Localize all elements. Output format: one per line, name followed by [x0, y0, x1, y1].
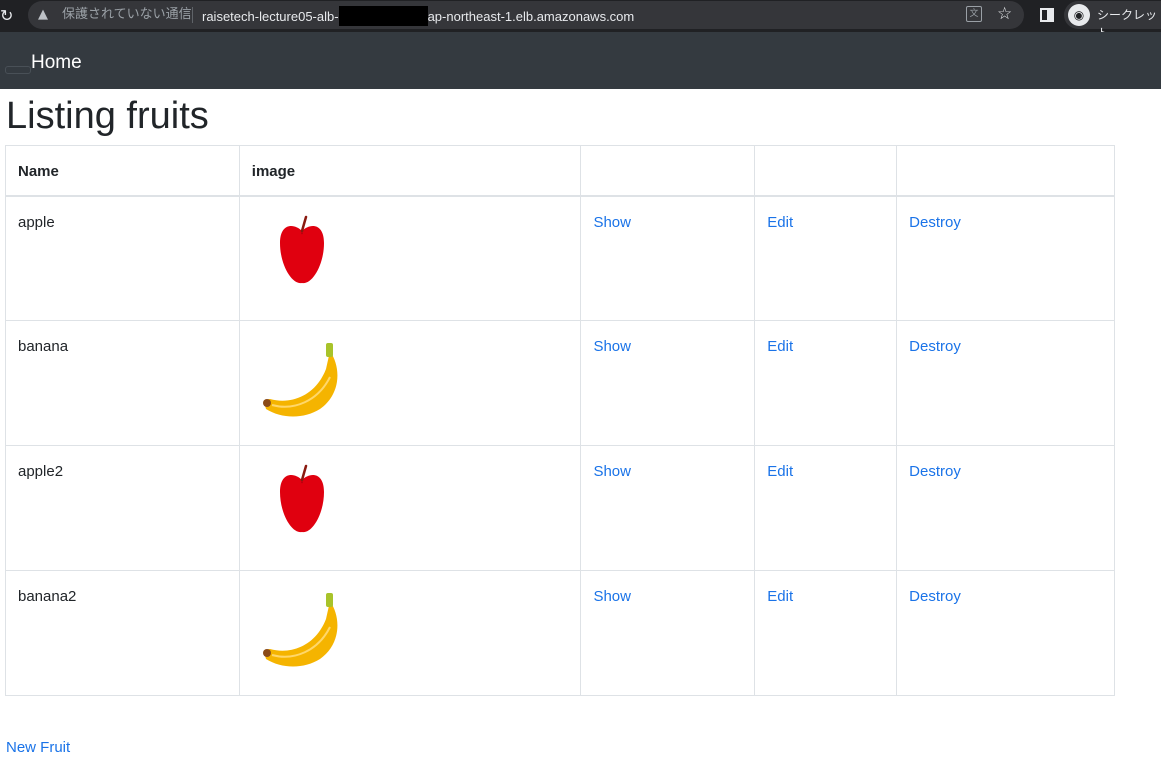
fruits-table: Name image apple Show Edit Destroy banan…: [5, 145, 1115, 696]
banana-image: [262, 593, 338, 667]
edit-link[interactable]: Edit: [767, 214, 793, 231]
edit-link[interactable]: Edit: [767, 338, 793, 355]
destroy-link[interactable]: Destroy: [909, 214, 961, 231]
table-row: apple2 Show Edit Destroy: [5, 445, 1115, 571]
home-link[interactable]: Home: [31, 51, 82, 75]
fruit-image-cell: [238, 320, 582, 446]
fruit-name: apple: [5, 195, 240, 321]
address-divider: [192, 7, 193, 23]
reload-icon[interactable]: ↻: [0, 6, 16, 26]
bookmark-star-icon[interactable]: ☆: [997, 3, 1012, 25]
header-show: [580, 145, 756, 197]
fruit-image-cell: [238, 195, 582, 321]
table-header-row: Name image: [5, 145, 1115, 197]
banana-image: [262, 343, 338, 417]
fruit-image-cell: [238, 445, 582, 571]
insecure-label[interactable]: 保護されていない通信: [62, 6, 192, 24]
url-prefix[interactable]: raisetech-lecture05-alb-: [202, 9, 339, 24]
edit-link[interactable]: Edit: [767, 588, 793, 605]
show-link[interactable]: Show: [593, 338, 631, 355]
fruit-name: banana2: [5, 570, 240, 696]
redacted-block: [338, 6, 428, 26]
incognito-indicator[interactable]: ◉ シークレット: [1064, 1, 1161, 40]
header-destroy: [896, 145, 1115, 197]
destroy-link[interactable]: Destroy: [909, 338, 961, 355]
table-row: banana2 Show Edit Destroy: [5, 570, 1115, 696]
table-row: banana Show Edit Destroy: [5, 320, 1115, 446]
side-panel-icon[interactable]: [1040, 8, 1054, 22]
fruit-image-cell: [238, 570, 582, 696]
browser-toolbar: ↻ ▲ 保護されていない通信 raisetech-lecture05-alb-a…: [0, 0, 1161, 40]
fruit-name: banana: [5, 320, 240, 446]
apple-image: [279, 464, 324, 533]
destroy-link[interactable]: Destroy: [909, 588, 961, 605]
translate-icon[interactable]: 文: [966, 6, 982, 22]
url-suffix[interactable]: ap-northeast-1.elb.amazonaws.com: [428, 9, 635, 24]
header-image: image: [238, 145, 582, 197]
destroy-link[interactable]: Destroy: [909, 463, 961, 480]
navbar-toggler-button[interactable]: [5, 66, 31, 74]
show-link[interactable]: Show: [593, 214, 631, 231]
warning-icon[interactable]: ▲: [38, 6, 48, 24]
address-bar[interactable]: ▲ 保護されていない通信 raisetech-lecture05-alb-ap-…: [28, 1, 1024, 29]
header-edit: [754, 145, 898, 197]
new-fruit-link[interactable]: New Fruit: [6, 739, 70, 757]
fruit-name: apple2: [5, 445, 240, 571]
header-name: Name: [5, 145, 240, 197]
page-title: Listing fruits: [6, 95, 209, 137]
table-row: apple Show Edit Destroy: [5, 195, 1115, 321]
navbar: Home: [0, 32, 1161, 89]
show-link[interactable]: Show: [593, 463, 631, 480]
url-text[interactable]: raisetech-lecture05-alb-ap-northeast-1.e…: [202, 6, 634, 26]
show-link[interactable]: Show: [593, 588, 631, 605]
apple-image: [279, 215, 324, 283]
incognito-icon: ◉: [1068, 4, 1090, 26]
edit-link[interactable]: Edit: [767, 463, 793, 480]
